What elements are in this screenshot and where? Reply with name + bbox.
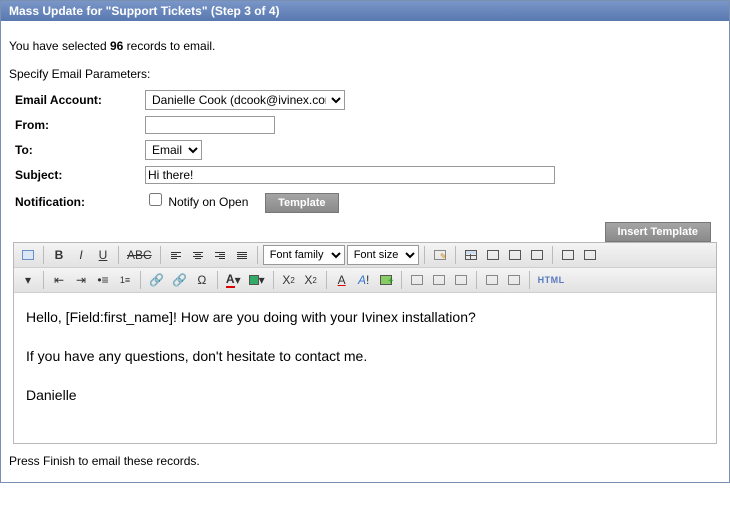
separator <box>43 271 44 289</box>
email-account-select[interactable]: Danielle Cook (dcook@ivinex.com) <box>145 90 345 110</box>
html-source-button[interactable]: HTML <box>535 270 568 290</box>
insert-image-button[interactable]: + <box>376 270 396 290</box>
intro-count: 96 <box>110 39 123 53</box>
italic-button[interactable]: I <box>71 245 91 265</box>
separator <box>273 271 274 289</box>
toggle-fullscreen-icon[interactable] <box>18 245 38 265</box>
edit-block-icon[interactable]: ✎ <box>430 245 450 265</box>
separator <box>455 246 456 264</box>
unordered-list-button[interactable]: •≡ <box>93 270 113 290</box>
layout-1-icon[interactable] <box>482 270 502 290</box>
bold-button[interactable]: B <box>49 245 69 265</box>
separator <box>160 246 161 264</box>
table-col-before-icon[interactable] <box>558 245 578 265</box>
separator <box>257 246 258 264</box>
table-insert-icon[interactable] <box>461 245 481 265</box>
intro-suffix: records to email. <box>123 39 215 53</box>
editor-body[interactable]: Hello, [Field:first_name]! How are you d… <box>14 293 716 443</box>
text-color-button[interactable]: A ▾ <box>223 270 244 290</box>
link-button[interactable]: 🔗 <box>146 270 167 290</box>
rich-text-editor: B I U ABC Font family Font size ✎ <box>13 242 717 444</box>
separator <box>401 271 402 289</box>
table-merge-icon[interactable] <box>407 270 427 290</box>
align-justify-button[interactable] <box>232 245 252 265</box>
email-params-form: Email Account: Danielle Cook (dcook@ivin… <box>15 87 561 216</box>
unlink-button[interactable]: 🔗 <box>169 270 190 290</box>
separator <box>424 246 425 264</box>
subject-label: Subject: <box>15 163 145 187</box>
editor-toolbar-row-1: B I U ABC Font family Font size ✎ <box>14 243 716 268</box>
clear-styles-button[interactable]: A! <box>354 270 374 290</box>
bg-color-button[interactable]: ▾ <box>246 270 268 290</box>
window-title: Mass Update for "Support Tickets" (Step … <box>1 1 729 21</box>
to-label: To: <box>15 137 145 163</box>
paragraph-menu-icon[interactable]: ▾ <box>18 270 38 290</box>
table-cell-props-icon[interactable] <box>451 270 471 290</box>
insert-template-button[interactable]: Insert Template <box>605 222 712 242</box>
font-size-select[interactable]: Font size <box>347 245 419 265</box>
superscript-button[interactable]: X2 <box>301 270 321 290</box>
align-right-button[interactable] <box>210 245 230 265</box>
outdent-button[interactable]: ⇤ <box>49 270 69 290</box>
font-family-select[interactable]: Font family <box>263 245 345 265</box>
notify-on-open-checkbox[interactable] <box>149 193 162 206</box>
body-paragraph: If you have any questions, don't hesitat… <box>26 346 704 367</box>
body-paragraph: Hello, [Field:first_name]! How are you d… <box>26 307 704 328</box>
footer-hint: Press Finish to email these records. <box>9 454 721 468</box>
separator <box>140 271 141 289</box>
mass-update-window: Mass Update for "Support Tickets" (Step … <box>0 0 730 483</box>
from-input[interactable] <box>145 116 275 134</box>
separator <box>43 246 44 264</box>
separator <box>217 271 218 289</box>
separator <box>476 271 477 289</box>
strikethrough-button[interactable]: ABC <box>124 245 155 265</box>
body-paragraph: Danielle <box>26 385 704 406</box>
separator <box>529 271 530 289</box>
align-center-button[interactable] <box>188 245 208 265</box>
align-left-button[interactable] <box>166 245 186 265</box>
table-delete-row-icon[interactable] <box>527 245 547 265</box>
table-row-before-icon[interactable] <box>483 245 503 265</box>
to-select[interactable]: Email <box>145 140 202 160</box>
separator <box>326 271 327 289</box>
special-char-button[interactable]: Ω <box>192 270 212 290</box>
underline-button[interactable]: U <box>93 245 113 265</box>
window-content: You have selected 96 records to email. S… <box>1 21 729 482</box>
email-account-label: Email Account: <box>15 87 145 113</box>
notification-label: Notification: <box>15 187 145 216</box>
table-split-icon[interactable] <box>429 270 449 290</box>
separator <box>552 246 553 264</box>
subject-input[interactable] <box>145 166 555 184</box>
notify-on-open-label: Notify on Open <box>168 195 248 209</box>
table-row-after-icon[interactable] <box>505 245 525 265</box>
template-button[interactable]: Template <box>265 193 338 213</box>
remove-format-button[interactable]: A <box>332 270 352 290</box>
layout-2-icon[interactable] <box>504 270 524 290</box>
editor-toolbar-row-2: ▾ ⇤ ⇥ •≡ 1≡ 🔗 🔗 Ω A ▾ ▾ X2 X2 A A! <box>14 268 716 293</box>
ordered-list-button[interactable]: 1≡ <box>115 270 135 290</box>
subscript-button[interactable]: X2 <box>279 270 299 290</box>
section-label: Specify Email Parameters: <box>9 67 721 81</box>
from-label: From: <box>15 113 145 137</box>
table-col-after-icon[interactable] <box>580 245 600 265</box>
intro-prefix: You have selected <box>9 39 110 53</box>
separator <box>118 246 119 264</box>
indent-button[interactable]: ⇥ <box>71 270 91 290</box>
selection-summary: You have selected 96 records to email. <box>9 39 721 53</box>
